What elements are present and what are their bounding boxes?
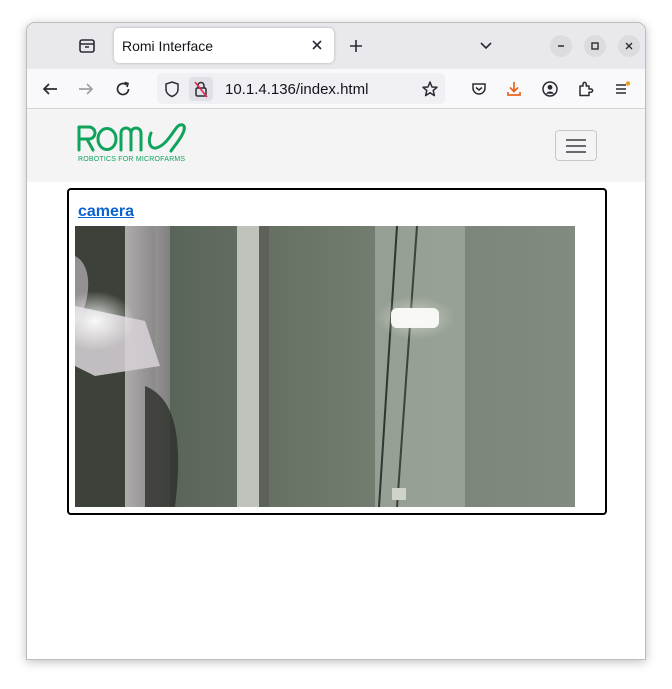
download-icon[interactable] (502, 77, 526, 101)
site-header: ROBOTICS FOR MICROFARMS (27, 109, 645, 182)
back-arrow-icon[interactable] (38, 77, 62, 101)
page-content: ROBOTICS FOR MICROFARMS camera (27, 109, 645, 659)
tab-bar: Romi Interface (27, 23, 645, 69)
browser-window: Romi Interface 10.1.4.136/index.html ROB… (26, 22, 646, 660)
hamburger-icon (566, 138, 586, 153)
address-bar[interactable]: 10.1.4.136/index.html (157, 73, 445, 104)
chevron-down-icon[interactable] (475, 35, 497, 57)
tab-romi-interface[interactable]: Romi Interface (114, 28, 334, 63)
logo-tagline: ROBOTICS FOR MICROFARMS (78, 156, 186, 163)
reload-icon[interactable] (111, 77, 135, 101)
navigation-toolbar: 10.1.4.136/index.html (27, 69, 645, 109)
new-tab-icon[interactable] (345, 35, 367, 57)
camera-link[interactable]: camera (78, 203, 134, 221)
shield-icon[interactable] (160, 77, 184, 101)
close-tab-icon[interactable] (308, 36, 326, 54)
hamburger-menu-button[interactable] (555, 130, 597, 161)
extensions-icon[interactable] (574, 77, 598, 101)
tab-list-icon[interactable] (75, 35, 99, 57)
insecure-lock-icon[interactable] (189, 77, 213, 101)
camera-feed-image (75, 226, 575, 507)
app-menu-icon[interactable] (610, 77, 634, 101)
maximize-icon[interactable] (584, 35, 606, 57)
url-text[interactable]: 10.1.4.136/index.html (225, 81, 368, 98)
tab-title: Romi Interface (122, 38, 214, 54)
pocket-icon[interactable] (467, 77, 491, 101)
account-icon[interactable] (538, 77, 562, 101)
romi-logo[interactable]: ROBOTICS FOR MICROFARMS (77, 121, 197, 167)
bookmark-star-icon[interactable] (418, 77, 442, 101)
camera-card: camera (67, 188, 607, 515)
forward-arrow-icon[interactable] (74, 77, 98, 101)
close-window-icon[interactable] (618, 35, 640, 57)
minimize-icon[interactable] (550, 35, 572, 57)
